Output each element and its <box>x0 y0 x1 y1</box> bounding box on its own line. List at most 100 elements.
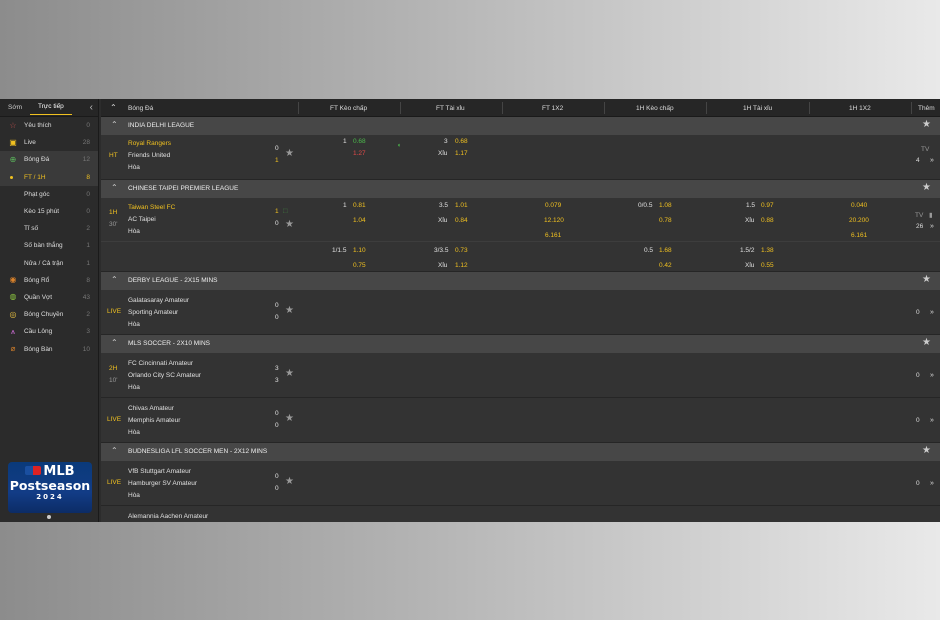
double-chevron-right-icon[interactable]: » <box>930 157 934 164</box>
match-minute: 10' <box>109 377 118 384</box>
match-row: Alemannia Aachen Amateur <box>101 506 940 522</box>
match-row-extra-lines: 1/1.5 1.10 0.75 3/3.5 0.73 Xỉu 1.12 0.5 … <box>101 242 940 272</box>
odds-cell[interactable]: 1.27 <box>353 150 366 157</box>
odds-cell[interactable]: 0.68 <box>353 138 366 145</box>
star-icon[interactable]: ★ <box>922 274 931 285</box>
odds-cell[interactable]: 0.75 <box>353 262 366 269</box>
sidebar-subitem-corners[interactable]: Phạt góc 0 <box>0 186 98 203</box>
odds-cell[interactable]: 6.161 <box>545 232 561 239</box>
home-team: Chivas Amateur <box>128 405 174 412</box>
favorite-star-icon[interactable]: ★ <box>285 220 294 230</box>
odds-cell[interactable]: 0.42 <box>659 262 672 269</box>
sidebar-subitem-correct-score[interactable]: Tỉ số 2 <box>0 220 98 237</box>
sidebar-subitem-15min[interactable]: Kèo 15 phút 0 <box>0 203 98 220</box>
double-chevron-right-icon[interactable]: » <box>930 480 934 487</box>
more-bets-count[interactable]: 26 <box>916 223 923 230</box>
away-score: 0 <box>275 422 279 429</box>
tab-early[interactable]: Sớm <box>0 99 30 117</box>
more-bets-count[interactable]: 0 <box>916 417 920 424</box>
chevron-up-icon[interactable]: ⌃ <box>111 338 118 347</box>
away-team: Hamburger SV Amateur <box>128 480 198 487</box>
sidebar-subitem-ft-1h[interactable]: FT / 1H 8 <box>0 168 98 186</box>
odds-cell[interactable]: 0.81 <box>353 202 366 209</box>
stats-icon[interactable]: ▮ <box>929 211 933 219</box>
league-header[interactable]: ⌃ BUDNESLIGA LFL SOCCER MEN - 2X12 MINS … <box>101 443 940 461</box>
active-dot-icon <box>10 175 13 179</box>
mlb-postseason-banner[interactable]: MLB Postseason 2024 <box>8 462 92 513</box>
sidebar: Sớm Trực tiếp ‹ ☆ Yêu thích 0 ▣ Live 28 … <box>0 99 99 522</box>
sidebar-item-basketball[interactable]: ◉ Bóng Rổ 8 <box>0 272 98 289</box>
favorite-star-icon[interactable]: ★ <box>285 149 294 159</box>
odds-cell[interactable]: 0.68 <box>455 138 468 145</box>
odds-cell[interactable]: 1.04 <box>353 217 366 224</box>
header-sport: Bóng Đá <box>128 105 154 112</box>
collapse-sidebar-icon[interactable]: ‹ <box>90 102 93 114</box>
tv-icon[interactable]: TV <box>915 212 923 219</box>
odds-cell[interactable]: 1.01 <box>455 202 468 209</box>
favorite-star-icon[interactable]: ★ <box>285 414 294 424</box>
odds-cell[interactable]: 1.68 <box>659 247 672 254</box>
live-pitch-icon[interactable]: ⬚ <box>283 208 288 214</box>
odds-cell[interactable]: 0.73 <box>455 247 468 254</box>
star-icon[interactable]: ★ <box>922 337 931 348</box>
double-chevron-right-icon[interactable]: » <box>930 223 934 230</box>
double-chevron-right-icon[interactable]: » <box>930 309 934 316</box>
chevron-up-icon[interactable]: ⌃ <box>111 446 118 455</box>
sidebar-subitem-total-goals[interactable]: Số bàn thắng 1 <box>0 237 98 254</box>
chevron-up-icon[interactable]: ⌃ <box>111 120 118 129</box>
star-icon[interactable]: ★ <box>922 182 931 193</box>
league-header[interactable]: ⌃ CHINESE TAIPEI PREMIER LEAGUE ★ <box>101 180 940 198</box>
odds-cell[interactable]: 6.161 <box>851 232 867 239</box>
league-header[interactable]: ⌃ MLS SOCCER - 2X10 MINS ★ <box>101 335 940 353</box>
odds-cell[interactable]: 12.120 <box>544 217 564 224</box>
sidebar-item-favorites[interactable]: ☆ Yêu thích 0 <box>0 117 98 134</box>
away-team: Memphis Amateur <box>128 417 181 424</box>
sidebar-item-table-tennis[interactable]: ⌀ Bóng Bàn 10 <box>0 340 98 357</box>
odds-cell[interactable]: 20.200 <box>849 217 869 224</box>
odds-cell[interactable]: 0.78 <box>659 217 672 224</box>
sidebar-item-badminton[interactable]: ⩚ Cầu Lông 3 <box>0 323 98 340</box>
tennis-ball-icon: ◍ <box>9 292 17 302</box>
banner-pager-dot[interactable] <box>47 515 51 519</box>
chevron-up-icon[interactable]: ⌃ <box>111 275 118 284</box>
odds-cell[interactable]: 0.88 <box>761 217 774 224</box>
favorite-star-icon[interactable]: ★ <box>285 477 294 487</box>
odds-cell[interactable]: 0.97 <box>761 202 774 209</box>
sidebar-item-volleyball[interactable]: ◎ Bóng Chuyền 2 <box>0 306 98 323</box>
collapse-all-icon[interactable]: ⌃ <box>110 103 117 112</box>
home-team: Royal Rangers <box>128 140 171 147</box>
home-team: FC Cincinnati Amateur <box>128 360 194 367</box>
odds-cell[interactable]: 0.079 <box>545 202 561 209</box>
header-1h-handicap: 1H Kèo chấp <box>636 105 674 112</box>
tv-icon[interactable]: TV <box>921 146 929 153</box>
more-bets-count[interactable]: 0 <box>916 372 920 379</box>
chevron-up-icon[interactable]: ⌃ <box>111 183 118 192</box>
odds-cell[interactable]: 1.17 <box>455 150 468 157</box>
odds-cell[interactable]: 0.84 <box>455 217 468 224</box>
favorite-star-icon[interactable]: ★ <box>285 369 294 379</box>
more-bets-count[interactable]: 0 <box>916 309 920 316</box>
sidebar-subitem-half-full[interactable]: Nửa / Cả trận 1 <box>0 255 98 272</box>
more-bets-count[interactable]: 0 <box>916 480 920 487</box>
match-row: 2H 10' FC Cincinnati Amateur Orlando Cit… <box>101 353 940 398</box>
league-header[interactable]: ⌃ DERBY LEAGUE - 2X15 MINS ★ <box>101 272 940 290</box>
double-chevron-right-icon[interactable]: » <box>930 372 934 379</box>
sidebar-item-live[interactable]: ▣ Live 28 <box>0 134 98 151</box>
sidebar-item-tennis[interactable]: ◍ Quần Vợt 43 <box>0 289 98 306</box>
double-chevron-right-icon[interactable]: » <box>930 417 934 424</box>
tab-live[interactable]: Trực tiếp <box>30 100 72 115</box>
odds-cell[interactable]: 0.55 <box>761 262 774 269</box>
star-icon[interactable]: ★ <box>922 119 931 130</box>
odds-cell[interactable]: 1.12 <box>455 262 468 269</box>
more-bets-count[interactable]: 4 <box>916 157 920 164</box>
odds-cell[interactable]: 1.38 <box>761 247 774 254</box>
home-score: 0 <box>275 302 279 309</box>
league-header[interactable]: ⌃ INDIA DELHI LEAGUE ★ <box>101 117 940 135</box>
header-1h-over-under: 1H Tài xỉu <box>743 105 773 112</box>
sidebar-item-soccer[interactable]: ⊕ Bóng Đá 12 <box>0 151 98 169</box>
odds-cell[interactable]: 0.040 <box>851 202 867 209</box>
star-icon[interactable]: ★ <box>922 445 931 456</box>
odds-cell[interactable]: 1.10 <box>353 247 366 254</box>
odds-cell[interactable]: 1.08 <box>659 202 672 209</box>
favorite-star-icon[interactable]: ★ <box>285 306 294 316</box>
